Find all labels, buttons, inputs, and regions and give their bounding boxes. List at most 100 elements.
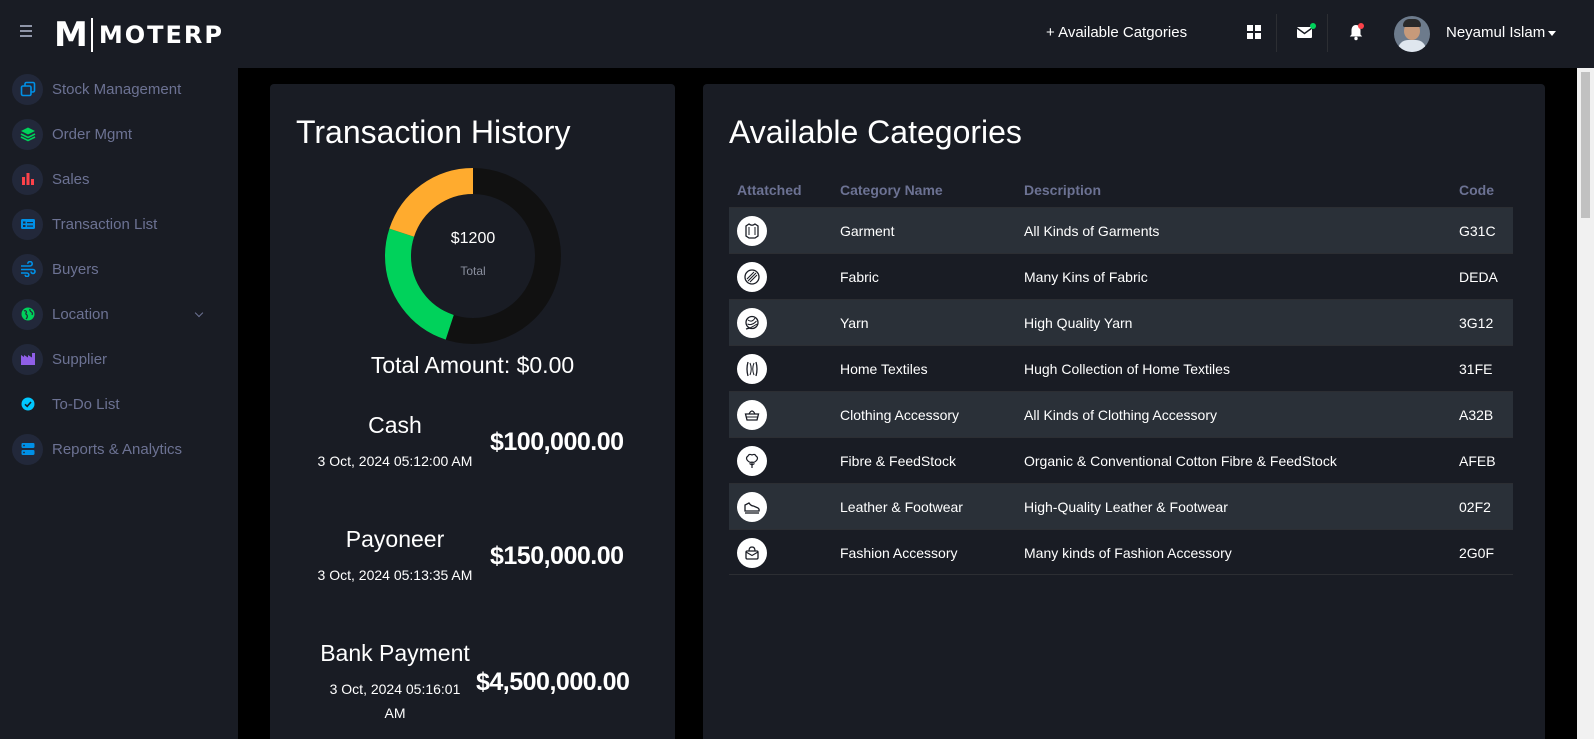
mail-icon[interactable] xyxy=(1295,22,1316,42)
server-icon xyxy=(12,433,43,465)
sidebar-item-order-mgmt[interactable]: Order Mgmt xyxy=(12,117,212,151)
transaction-donut-chart: $1200 Total xyxy=(385,168,561,344)
table-row[interactable]: Yarn High Quality Yarn 3G12 xyxy=(729,299,1513,345)
shirt-icon xyxy=(737,216,767,246)
stack-copy-icon xyxy=(12,73,43,105)
sidebar-item-supplier[interactable]: Supplier xyxy=(12,342,212,376)
logo-text: MOTERP xyxy=(98,21,224,49)
menu-icon[interactable] xyxy=(20,25,36,39)
cotton-plant-icon xyxy=(737,446,767,476)
sidebar-item-location[interactable]: Location xyxy=(12,297,212,331)
available-categories-card: Available Categories Attatched Category … xyxy=(703,84,1545,739)
transaction-date: 3 Oct, 2024 05:16:01 xyxy=(329,681,461,697)
donut-center-label: Total xyxy=(460,264,486,278)
navbar-divider xyxy=(1276,14,1277,52)
category-name: Clothing Accessory xyxy=(840,407,960,423)
category-code: 3G12 xyxy=(1459,315,1494,331)
fabric-icon xyxy=(737,262,767,292)
transaction-date: 3 Oct, 2024 05:12:00 AM xyxy=(317,453,473,469)
sidebar-item-stock-management[interactable]: Stock Management xyxy=(12,72,212,106)
yarn-icon xyxy=(737,308,767,338)
transaction-amount: $100,000.00 xyxy=(490,428,624,456)
category-name: Fashion Accessory xyxy=(840,545,958,561)
transaction-date-continued: AM xyxy=(384,705,406,721)
logo-mark: M xyxy=(54,15,88,55)
sidebar-item-buyers[interactable]: Buyers xyxy=(12,252,212,286)
sidebar-item-sales[interactable]: Sales xyxy=(12,162,212,196)
transaction-date: 3 Oct, 2024 05:13:35 AM xyxy=(317,567,473,583)
sidebar-item-todo-list[interactable]: To-Do List xyxy=(12,387,212,421)
scrollbar-thumb[interactable] xyxy=(1581,72,1590,218)
donut-center-value: $1200 xyxy=(450,230,496,247)
category-code: A32B xyxy=(1459,407,1494,423)
table-row[interactable]: Garment All Kinds of Garments G31C xyxy=(729,207,1513,253)
sidebar-item-label: Supplier xyxy=(52,350,108,368)
handbag-icon xyxy=(737,538,767,568)
check-circle-icon xyxy=(12,389,43,420)
table-row[interactable]: Clothing Accessory All Kinds of Clothing… xyxy=(729,391,1513,437)
category-code: 2G0F xyxy=(1459,545,1495,561)
sidebar-item-label: Buyers xyxy=(52,260,99,278)
sidebar-item-label: Reports & Analytics xyxy=(52,440,183,458)
grid-icon[interactable] xyxy=(1244,22,1264,42)
category-name: Yarn xyxy=(840,315,869,331)
transaction-history-card: Transaction History $1200 Total Total Am… xyxy=(270,84,675,739)
avatar[interactable] xyxy=(1394,16,1430,52)
category-code: AFEB xyxy=(1459,453,1496,469)
category-name: Home Textiles xyxy=(840,361,928,377)
transaction-name: Payoneer xyxy=(345,526,445,552)
top-navbar: M MOTERP + Available Catgories Neyamul I… xyxy=(0,0,1594,68)
category-name: Fabric xyxy=(840,269,879,285)
sidebar-item-label: Stock Management xyxy=(52,80,182,98)
category-name: Leather & Footwear xyxy=(840,499,963,515)
chevron-down-icon[interactable] xyxy=(194,308,204,318)
sidebar-item-label: Location xyxy=(52,305,109,323)
table-row[interactable]: Home Textiles Hugh Collection of Home Te… xyxy=(729,345,1513,391)
sidebar: Stock Management Order Mgmt Sales Transa… xyxy=(0,68,238,739)
sidebar-item-reports-analytics[interactable]: Reports & Analytics xyxy=(12,432,212,466)
table-row[interactable]: Fashion Accessory Many kinds of Fashion … xyxy=(729,529,1513,575)
available-categories-link[interactable]: + Available Catgories xyxy=(1046,24,1187,41)
transaction-amount: $4,500,000.00 xyxy=(476,668,630,696)
category-description: High Quality Yarn xyxy=(1024,315,1133,331)
column-header-code[interactable]: Code xyxy=(1459,182,1494,198)
logo-divider xyxy=(90,18,93,52)
bell-icon[interactable] xyxy=(1346,22,1366,42)
category-code: 31FE xyxy=(1459,361,1493,377)
shoe-icon xyxy=(737,492,767,522)
category-description: Organic & Conventional Cotton Fibre & Fe… xyxy=(1024,453,1337,469)
table-row[interactable]: Fibre & FeedStock Organic & Conventional… xyxy=(729,437,1513,483)
brand-logo[interactable]: M MOTERP xyxy=(54,15,224,55)
card-title: Available Categories xyxy=(729,114,1022,150)
factory-icon xyxy=(12,343,43,375)
column-header-category-name[interactable]: Category Name xyxy=(840,182,943,198)
transaction-amount: $150,000.00 xyxy=(490,542,624,570)
category-code: G31C xyxy=(1459,223,1496,239)
category-code: DEDA xyxy=(1459,269,1498,285)
transaction-name: Cash xyxy=(368,412,422,438)
total-amount: Total Amount: $0.00 xyxy=(370,352,575,378)
user-name[interactable]: Neyamul Islam xyxy=(1446,24,1545,41)
card-title: Transaction History xyxy=(296,114,571,150)
sidebar-item-transaction-list[interactable]: Transaction List xyxy=(12,207,212,241)
bar-chart-icon xyxy=(12,163,43,195)
transaction-name: Bank Payment xyxy=(320,640,470,666)
table-row[interactable]: Leather & Footwear High-Quality Leather … xyxy=(729,483,1513,529)
table-row[interactable]: Fabric Many Kins of Fabric DEDA xyxy=(729,253,1513,299)
column-header-description[interactable]: Description xyxy=(1024,182,1101,198)
category-description: All Kinds of Clothing Accessory xyxy=(1024,407,1217,423)
category-name: Fibre & FeedStock xyxy=(840,453,956,469)
globe-icon xyxy=(12,298,43,330)
chevron-down-icon[interactable] xyxy=(1548,31,1556,36)
layers-icon xyxy=(12,118,43,150)
sidebar-item-label: Transaction List xyxy=(52,215,158,233)
navbar-divider xyxy=(1327,14,1328,52)
sidebar-item-label: To-Do List xyxy=(52,395,120,413)
page-scrollbar[interactable] xyxy=(1577,68,1594,739)
category-description: High-Quality Leather & Footwear xyxy=(1024,499,1228,515)
column-header-attached[interactable]: Attatched xyxy=(737,182,802,198)
wind-icon xyxy=(12,253,43,285)
sidebar-item-label: Sales xyxy=(52,170,90,188)
mail-notification-dot xyxy=(1310,23,1316,29)
category-description: Many Kins of Fabric xyxy=(1024,269,1148,285)
